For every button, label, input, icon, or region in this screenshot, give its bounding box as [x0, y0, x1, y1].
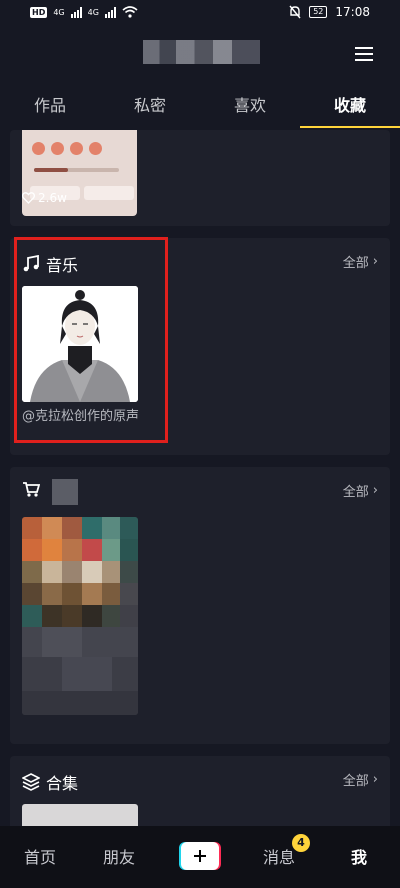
highlight-box — [14, 237, 168, 443]
chevron-right-icon: › — [372, 772, 378, 787]
shopping-cart-icon — [23, 482, 40, 497]
heart-icon — [22, 192, 35, 204]
collection-card: 合集 全部 › — [10, 756, 390, 836]
nav-messages[interactable]: 消息 — [263, 844, 295, 868]
tab-favorites[interactable]: 收藏 — [300, 90, 400, 128]
likes-count: 2.6w — [22, 191, 67, 205]
product-thumbnail-redacted[interactable] — [22, 517, 138, 715]
tab-works[interactable]: 作品 — [0, 90, 100, 128]
collection-view-all[interactable]: 全部 › — [343, 770, 378, 789]
plus-icon — [181, 842, 219, 870]
pixelated-image — [22, 517, 138, 715]
nav-friends[interactable]: 朋友 — [103, 844, 135, 868]
messages-badge: 4 — [292, 834, 310, 852]
network-type-2: 4G — [87, 7, 99, 17]
collection-header: 合集 — [22, 770, 78, 794]
collection-title: 合集 — [46, 774, 79, 793]
signal-icon — [70, 6, 82, 18]
thumbnail-controls — [32, 142, 102, 155]
shop-view-all[interactable]: 全部 › — [343, 481, 378, 500]
nav-home[interactable]: 首页 — [24, 844, 56, 868]
mute-bell-icon — [289, 5, 301, 19]
thumbnail-slider — [34, 168, 119, 172]
wifi-icon — [122, 6, 138, 18]
status-left: HD 4G 4G — [30, 6, 138, 18]
username-redacted — [143, 40, 260, 64]
music-view-all-label: 全部 — [342, 256, 369, 271]
network-type-1: 4G — [53, 7, 65, 17]
collection-view-all-label: 全部 — [342, 774, 369, 789]
chevron-right-icon: › — [372, 254, 378, 269]
status-right: 52 17:08 — [289, 5, 370, 19]
tab-private[interactable]: 私密 — [100, 90, 200, 128]
layers-icon — [22, 773, 40, 791]
shop-view-all-label: 全部 — [342, 485, 369, 500]
music-view-all[interactable]: 全部 › — [343, 252, 378, 271]
tab-likes[interactable]: 喜欢 — [200, 90, 300, 128]
nav-me[interactable]: 我 — [351, 844, 367, 868]
video-collection-card — [10, 130, 390, 226]
shop-header — [22, 481, 40, 497]
signal-icon — [104, 6, 116, 18]
bottom-navbar: 首页 朋友 消息 4 我 — [0, 826, 400, 888]
chevron-right-icon: › — [372, 483, 378, 498]
profile-tabs: 作品 私密 喜欢 收藏 — [0, 90, 400, 128]
menu-button[interactable] — [355, 47, 373, 61]
hd-badge: HD — [30, 6, 48, 18]
shop-card: 全部 › — [10, 467, 390, 744]
battery-level: 52 — [309, 6, 328, 18]
likes-value: 2.6w — [38, 191, 67, 205]
status-bar: HD 4G 4G 52 17:08 — [0, 0, 400, 28]
shop-title-redacted — [52, 479, 78, 505]
clock: 17:08 — [335, 5, 370, 19]
create-button[interactable] — [179, 842, 221, 870]
